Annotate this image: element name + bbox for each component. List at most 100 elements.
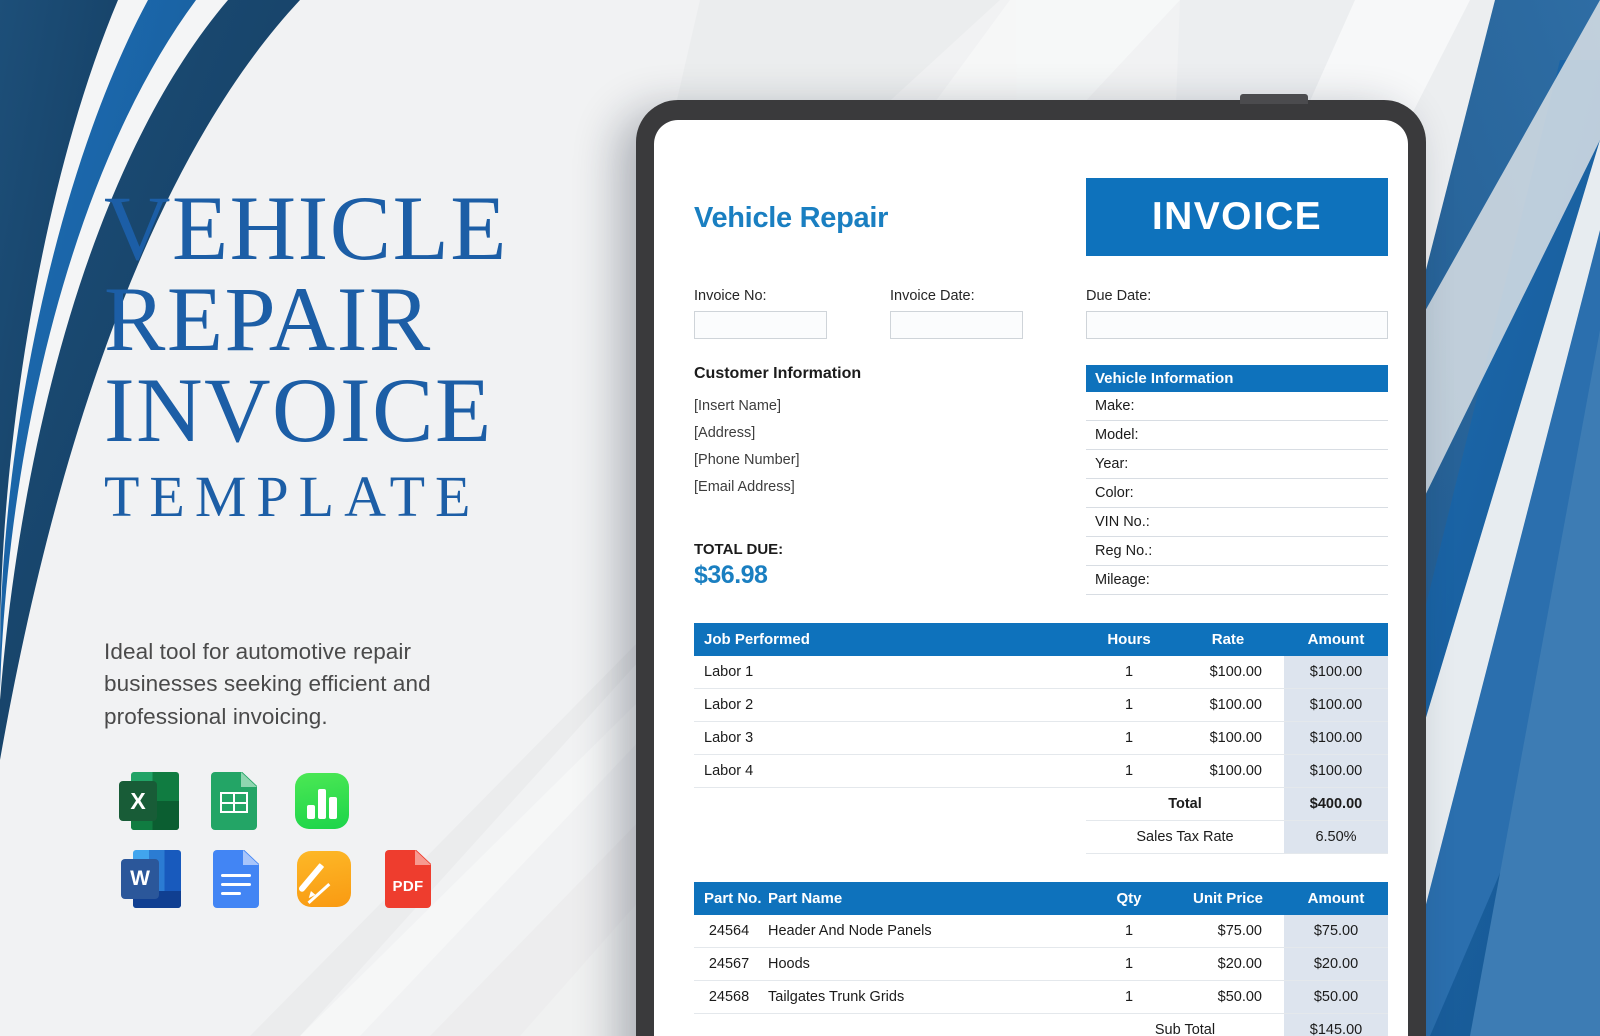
- part-qty: 1: [1086, 980, 1172, 1014]
- labor-total-value: $400.00: [1284, 787, 1388, 821]
- invoice-date-group: Invoice Date:: [890, 288, 1086, 339]
- headline-line-2: REPAIR: [104, 268, 432, 371]
- part-unit: $50.00: [1172, 980, 1284, 1014]
- labor-rate: $100.00: [1172, 656, 1284, 689]
- parts-col-qty: Qty: [1086, 882, 1172, 915]
- invoice-info-columns: Customer Information [Insert Name] [Addr…: [694, 365, 1388, 595]
- table-row[interactable]: Labor 4 1 $100.00 $100.00: [694, 754, 1388, 788]
- part-no: 24567: [694, 947, 764, 981]
- table-row[interactable]: Labor 1 1 $100.00 $100.00: [694, 656, 1388, 689]
- vehicle-field-mileage[interactable]: Mileage:: [1086, 566, 1388, 595]
- labor-col-amount: Amount: [1284, 623, 1388, 656]
- invoice-meta-row: Invoice No: Invoice Date: Due Date:: [694, 288, 1388, 339]
- part-name: Tailgates Trunk Grids: [764, 980, 1086, 1014]
- labor-hours: 1: [1086, 656, 1172, 689]
- customer-name: [Insert Name]: [694, 398, 782, 414]
- format-icons-row-1: X: [119, 770, 351, 832]
- labor-rate: $100.00: [1172, 688, 1284, 722]
- labor-amount: $100.00: [1284, 721, 1388, 755]
- parts-subtotal-label: Sub Total: [1086, 1013, 1284, 1036]
- pdf-icon[interactable]: PDF: [379, 848, 439, 910]
- table-row[interactable]: 24567 Hoods 1 $20.00 $20.00: [694, 947, 1388, 981]
- pdf-icon-label: PDF: [392, 878, 424, 895]
- page-title: VEHICLE REPAIR INVOICE TEMPLATE: [104, 177, 564, 530]
- total-due-value: $36.98: [694, 561, 768, 589]
- word-icon-letter: W: [130, 867, 150, 890]
- table-row[interactable]: Labor 3 1 $100.00 $100.00: [694, 721, 1388, 755]
- invoice-date-input[interactable]: [890, 311, 1023, 339]
- excel-icon-letter: X: [130, 787, 146, 814]
- part-amount: $20.00: [1284, 947, 1388, 981]
- customer-address: [Address]: [694, 425, 756, 441]
- invoice-badge: INVOICE: [1086, 178, 1388, 256]
- headline-subword: TEMPLATE: [104, 464, 481, 530]
- part-name: Hoods: [764, 947, 1086, 981]
- vehicle-field-year[interactable]: Year:: [1086, 450, 1388, 479]
- invoice-no-group: Invoice No:: [694, 288, 890, 339]
- promo-panel: VEHICLE REPAIR INVOICE TEMPLATE Ideal to…: [0, 0, 640, 1036]
- promo-subtitle: Ideal tool for automotive repair busines…: [104, 639, 431, 729]
- google-docs-icon[interactable]: [207, 848, 267, 910]
- labor-hours: 1: [1086, 688, 1172, 722]
- google-sheets-icon[interactable]: [205, 770, 265, 832]
- parts-table-header-row: Part No. Part Name Qty Unit Price Amount: [694, 882, 1388, 915]
- labor-hours: 1: [1086, 721, 1172, 755]
- headline-line-1: VEHICLE: [104, 177, 508, 279]
- invoice-date-label: Invoice Date:: [890, 288, 975, 304]
- labor-job: Labor 2: [694, 688, 1086, 722]
- customer-information-title: Customer Information: [694, 365, 862, 382]
- vehicle-information-block: Vehicle Information Make: Model: Year: C…: [1086, 365, 1388, 595]
- labor-amount: $100.00: [1284, 656, 1388, 689]
- parts-table: Part No. Part Name Qty Unit Price Amount…: [694, 882, 1388, 1036]
- invoice-no-label: Invoice No:: [694, 288, 767, 304]
- due-date-input[interactable]: [1086, 311, 1388, 339]
- table-row[interactable]: 24568 Tailgates Trunk Grids 1 $50.00 $50…: [694, 980, 1388, 1014]
- vehicle-field-model[interactable]: Model:: [1086, 421, 1388, 450]
- vehicle-field-make[interactable]: Make:: [1086, 392, 1388, 421]
- invoice-no-input[interactable]: [694, 311, 827, 339]
- vehicle-information-title: Vehicle Information: [1086, 365, 1388, 392]
- table-row[interactable]: 24564 Header And Node Panels 1 $75.00 $7…: [694, 915, 1388, 948]
- parts-col-amount: Amount: [1284, 882, 1388, 915]
- labor-amount: $100.00: [1284, 754, 1388, 788]
- labor-col-hours: Hours: [1086, 623, 1172, 656]
- labor-tax-value: 6.50%: [1284, 820, 1388, 854]
- labor-job: Labor 3: [694, 721, 1086, 755]
- total-due-label: TOTAL DUE:: [694, 541, 784, 558]
- labor-rate: $100.00: [1172, 721, 1284, 755]
- vehicle-field-reg[interactable]: Reg No.:: [1086, 537, 1388, 566]
- customer-information-block: Customer Information [Insert Name] [Addr…: [694, 365, 1084, 595]
- vehicle-field-vin[interactable]: VIN No.:: [1086, 508, 1388, 537]
- invoice-header: Vehicle Repair INVOICE: [694, 178, 1388, 256]
- part-qty: 1: [1086, 915, 1172, 948]
- part-name: Header And Node Panels: [764, 915, 1086, 948]
- part-amount: $50.00: [1284, 980, 1388, 1014]
- labor-job: Labor 4: [694, 754, 1086, 788]
- parts-col-no: Part No.: [694, 882, 764, 915]
- vehicle-field-color[interactable]: Color:: [1086, 479, 1388, 508]
- part-qty: 1: [1086, 947, 1172, 981]
- parts-spacer-1: [694, 1014, 1086, 1036]
- format-icons-row-2: W PDF: [121, 848, 439, 910]
- labor-table: Job Performed Hours Rate Amount Labor 1 …: [694, 623, 1388, 854]
- labor-col-rate: Rate: [1172, 623, 1284, 656]
- due-date-label: Due Date:: [1086, 288, 1152, 304]
- labor-total-label: Total: [1086, 787, 1284, 821]
- customer-phone: [Phone Number]: [694, 452, 800, 468]
- apple-numbers-icon[interactable]: [291, 770, 351, 832]
- word-icon[interactable]: W: [121, 848, 181, 910]
- excel-icon[interactable]: X: [119, 770, 179, 832]
- labor-spacer: [694, 788, 1086, 821]
- labor-job: Labor 1: [694, 656, 1086, 689]
- parts-col-name: Part Name: [764, 882, 1086, 915]
- due-date-group: Due Date:: [1086, 288, 1388, 339]
- customer-email: [Email Address]: [694, 479, 795, 495]
- labor-hours: 1: [1086, 754, 1172, 788]
- apple-pages-icon[interactable]: [293, 848, 353, 910]
- parts-subtotal-value: $145.00: [1284, 1013, 1388, 1036]
- labor-total-row: Total $400.00: [694, 787, 1388, 821]
- headline-line-3: INVOICE: [104, 359, 493, 462]
- parts-subtotal-row: Sub Total $145.00: [694, 1013, 1388, 1036]
- labor-spacer-2: [694, 821, 1086, 854]
- table-row[interactable]: Labor 2 1 $100.00 $100.00: [694, 688, 1388, 722]
